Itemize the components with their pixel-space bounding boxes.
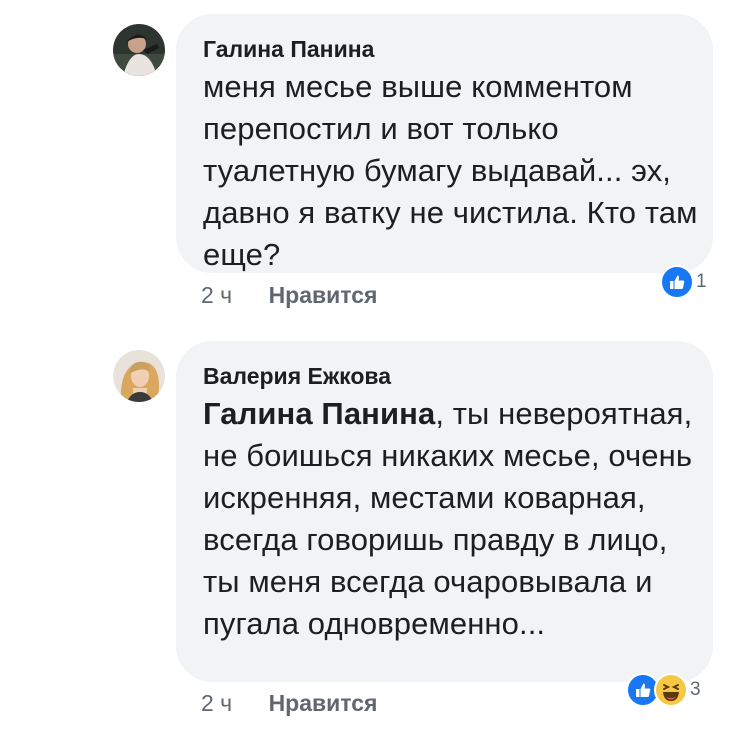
avatar-photo-icon: [113, 24, 165, 76]
reaction-count: 3: [690, 679, 701, 700]
like-button[interactable]: Нравится: [269, 690, 378, 716]
like-icon: [660, 265, 694, 299]
reaction-count: 1: [696, 271, 707, 292]
avatar[interactable]: [113, 24, 165, 76]
timestamp[interactable]: 2 ч: [201, 282, 232, 308]
author-name[interactable]: Галина Панина: [203, 36, 374, 63]
comment-bubble: Галина Панина меня месье выше комментом …: [176, 14, 713, 273]
comment-text: меня месье выше комментом перепостил и в…: [203, 69, 698, 272]
comment-bubble: Валерия Ежкова Галина Панина, ты невероя…: [176, 341, 713, 682]
mention-link[interactable]: Галина Панина: [203, 396, 435, 431]
comment-text: Галина Панина, ты невероятная, не боишьс…: [203, 393, 698, 645]
avatar[interactable]: [113, 350, 165, 402]
reactions-summary[interactable]: 3: [626, 673, 701, 707]
comment-body: , ты невероятная, не боишься никаких мес…: [203, 396, 693, 641]
haha-icon: [654, 673, 688, 707]
comment-meta: 2 ч Нравится: [201, 690, 377, 717]
like-button[interactable]: Нравится: [269, 282, 378, 308]
timestamp[interactable]: 2 ч: [201, 690, 232, 716]
author-name[interactable]: Валерия Ежкова: [203, 363, 391, 390]
avatar-photo-icon: [113, 350, 165, 402]
comment-meta: 2 ч Нравится: [201, 282, 377, 309]
reactions-summary[interactable]: 1: [660, 265, 707, 299]
